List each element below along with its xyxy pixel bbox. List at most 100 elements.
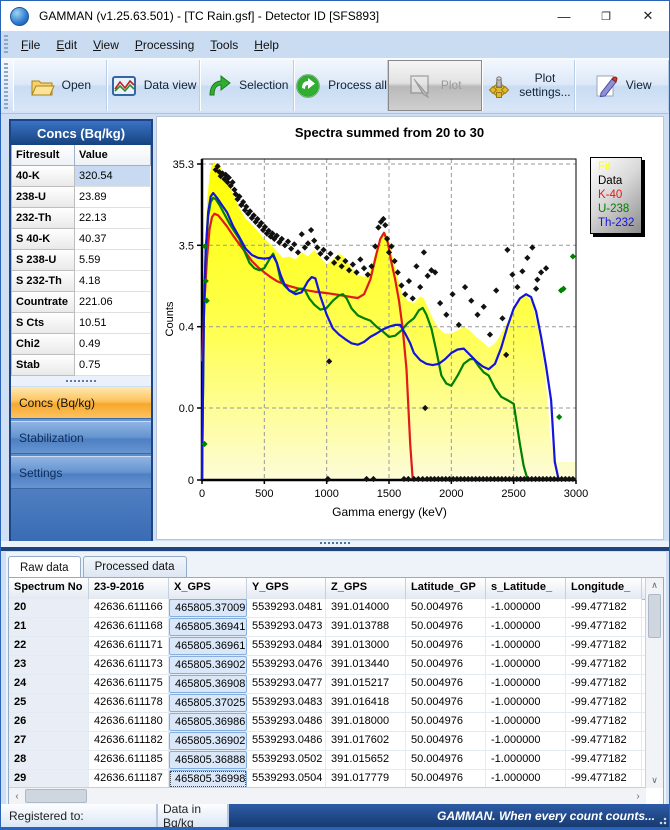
cell[interactable]: 465805.37009: [169, 599, 247, 617]
cell[interactable]: 42636.611168: [89, 618, 169, 636]
tab-raw-data[interactable]: Raw data: [8, 556, 81, 578]
cell[interactable]: 50.004976: [406, 732, 486, 750]
cell[interactable]: 5539293.0486: [247, 732, 326, 750]
cell[interactable]: -1.000000: [486, 732, 566, 750]
cell[interactable]: 20: [9, 599, 89, 617]
cell[interactable]: -1.000000: [486, 618, 566, 636]
cell[interactable]: 391.014000: [326, 599, 406, 617]
cell[interactable]: 5539293.0484: [247, 637, 326, 655]
cell[interactable]: 42636.611180: [89, 713, 169, 731]
process-all-button[interactable]: Process all: [294, 60, 388, 111]
cell[interactable]: -1.000000: [486, 599, 566, 617]
fit-row-countrate[interactable]: Countrate221.06: [11, 292, 151, 313]
plot-settings-button[interactable]: Plot settings...: [482, 60, 576, 111]
cell[interactable]: 50.004976: [406, 637, 486, 655]
cell[interactable]: -1.000000: [486, 751, 566, 769]
cell[interactable]: -99.477182: [566, 618, 642, 636]
nav-stabilization[interactable]: Stabilization: [11, 421, 151, 454]
cell[interactable]: 50.004976: [406, 675, 486, 693]
cell[interactable]: 29: [9, 770, 89, 788]
cell[interactable]: 26: [9, 713, 89, 731]
fit-row-238-u[interactable]: 238-U23.89: [11, 187, 151, 208]
fit-row-232-th[interactable]: 232-Th22.13: [11, 208, 151, 229]
cell[interactable]: 391.013440: [326, 656, 406, 674]
plot-button[interactable]: Plot: [388, 60, 482, 111]
selection-button[interactable]: Selection: [200, 60, 294, 111]
table-row[interactable]: 2442636.611175465805.369085539293.047739…: [9, 675, 646, 694]
cell[interactable]: -99.477182: [566, 599, 642, 617]
cell[interactable]: -99.477182: [566, 732, 642, 750]
horizontal-scroll-thumb[interactable]: [25, 789, 87, 803]
cell[interactable]: 42636.611182: [89, 732, 169, 750]
cell[interactable]: 42636.611185: [89, 751, 169, 769]
cell[interactable]: -99.477182: [566, 713, 642, 731]
col-header-23-9-2016[interactable]: 23-9-2016: [89, 578, 169, 599]
table-row[interactable]: 2642636.611180465805.369865539293.048639…: [9, 713, 646, 732]
fit-row-stab[interactable]: Stab0.75: [11, 355, 151, 376]
table-row[interactable]: 2842636.611185465805.368885539293.050239…: [9, 751, 646, 770]
spectrum-plot[interactable]: 05001000150020002500300035.33.50.40.00: [157, 117, 663, 539]
menu-view[interactable]: View: [85, 35, 127, 55]
fit-row-s-238-u[interactable]: S 238-U5.59: [11, 250, 151, 271]
cell[interactable]: 5539293.0473: [247, 618, 326, 636]
scroll-right-icon[interactable]: ›: [630, 791, 646, 802]
cell[interactable]: 465805.36902: [169, 732, 247, 750]
cell[interactable]: 42636.611187: [89, 770, 169, 788]
menu-edit[interactable]: Edit: [48, 35, 85, 55]
cell[interactable]: -1.000000: [486, 713, 566, 731]
minimize-button[interactable]: —: [543, 1, 585, 31]
cell[interactable]: 391.018000: [326, 713, 406, 731]
fit-row-s-40-k[interactable]: S 40-K40.37: [11, 229, 151, 250]
cell[interactable]: 465805.36888: [169, 751, 247, 769]
cell[interactable]: 465805.36961: [169, 637, 247, 655]
cell[interactable]: 391.013000: [326, 637, 406, 655]
cell[interactable]: 465805.36986: [169, 713, 247, 731]
cell[interactable]: -99.477182: [566, 770, 642, 788]
scroll-down-icon[interactable]: ∨: [646, 773, 663, 788]
cell[interactable]: -99.477182: [566, 656, 642, 674]
cell[interactable]: 42636.611171: [89, 637, 169, 655]
cell[interactable]: 391.017602: [326, 732, 406, 750]
table-row[interactable]: 2542636.611178465805.370255539293.048339…: [9, 694, 646, 713]
cell[interactable]: 28: [9, 751, 89, 769]
cell[interactable]: 5539293.0481: [247, 599, 326, 617]
cell[interactable]: -1.000000: [486, 694, 566, 712]
cell[interactable]: 25: [9, 694, 89, 712]
cell[interactable]: 465805.36902: [169, 656, 247, 674]
nav-settings[interactable]: Settings: [11, 456, 151, 489]
cell[interactable]: -1.000000: [486, 770, 566, 788]
table-row[interactable]: 2342636.611173465805.369025539293.047639…: [9, 656, 646, 675]
cell[interactable]: 42636.611178: [89, 694, 169, 712]
nav-concs-bq-kg[interactable]: Concs (Bq/kg): [11, 386, 151, 419]
col-header-latitude-gp[interactable]: Latitude_GP: [406, 578, 486, 599]
cell[interactable]: 465805.36941: [169, 618, 247, 636]
cell[interactable]: 42636.611173: [89, 656, 169, 674]
cell[interactable]: 465805.37025: [169, 694, 247, 712]
col-header-z-gps[interactable]: Z_GPS: [326, 578, 406, 599]
horizontal-splitter-handle[interactable]: [1, 541, 669, 551]
tab-processed-data[interactable]: Processed data: [83, 556, 187, 577]
cell[interactable]: 391.016418: [326, 694, 406, 712]
cell[interactable]: -99.477182: [566, 637, 642, 655]
cell[interactable]: 24: [9, 675, 89, 693]
cell[interactable]: 42636.611175: [89, 675, 169, 693]
cell[interactable]: 5539293.0486: [247, 713, 326, 731]
cell[interactable]: -1.000000: [486, 637, 566, 655]
cell[interactable]: 21: [9, 618, 89, 636]
fit-row-chi2[interactable]: Chi20.49: [11, 334, 151, 355]
fit-row-s-cts[interactable]: S Cts10.51: [11, 313, 151, 334]
cell[interactable]: 391.017779: [326, 770, 406, 788]
cell[interactable]: 5539293.0476: [247, 656, 326, 674]
col-header-longitude-[interactable]: Longitude_: [566, 578, 642, 599]
cell[interactable]: -1.000000: [486, 656, 566, 674]
table-row[interactable]: 2942636.611187465805.369985539293.050439…: [9, 770, 646, 788]
table-row[interactable]: 2242636.611171465805.369615539293.048439…: [9, 637, 646, 656]
table-row[interactable]: 2042636.611166465805.370095539293.048139…: [9, 599, 646, 618]
fit-row-40-k[interactable]: 40-K320.54: [11, 166, 151, 187]
open-button[interactable]: Open: [13, 60, 107, 111]
cell[interactable]: 391.015652: [326, 751, 406, 769]
cell[interactable]: 5539293.0502: [247, 751, 326, 769]
cell[interactable]: 22: [9, 637, 89, 655]
resize-grip-icon[interactable]: [657, 815, 667, 825]
cell[interactable]: 50.004976: [406, 599, 486, 617]
